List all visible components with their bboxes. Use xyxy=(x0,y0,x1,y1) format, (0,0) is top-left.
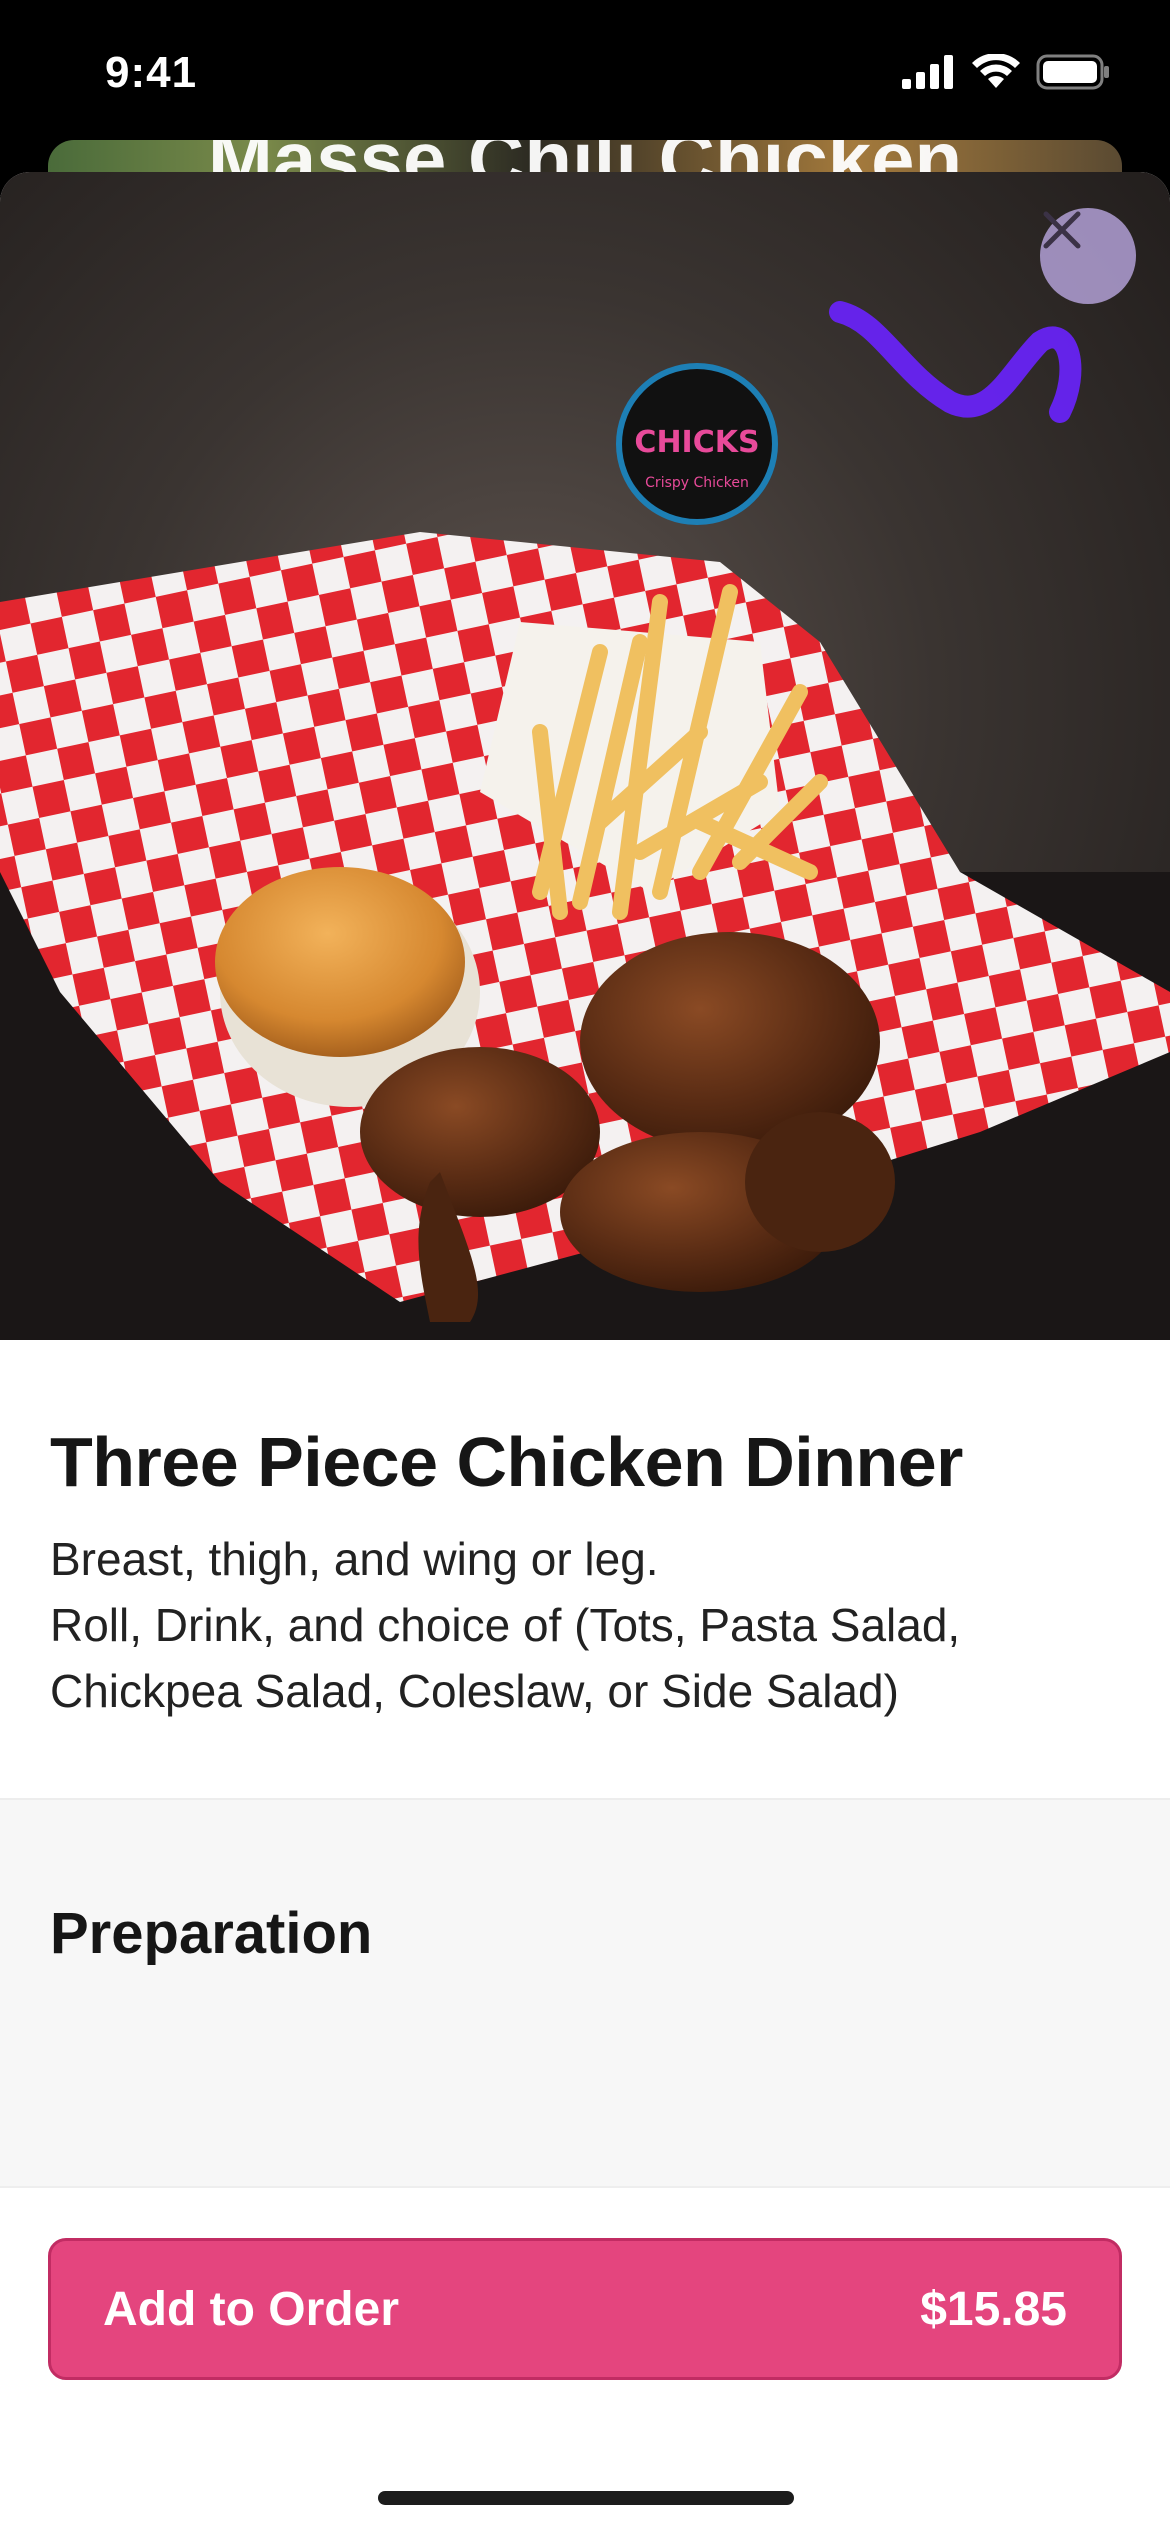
item-description: Breast, thigh, and wing or leg. Roll, Dr… xyxy=(50,1526,1120,1724)
close-button[interactable] xyxy=(1040,208,1136,304)
signal-icon xyxy=(902,55,953,89)
order-footer: Add to Order $15.85 xyxy=(0,2186,1170,2532)
add-to-order-label: Add to Order xyxy=(103,2282,399,2336)
description-line: Roll, Drink, and choice of (Tots, Pasta … xyxy=(50,1599,961,1651)
status-bar: 9:41 xyxy=(0,0,1170,150)
item-title: Three Piece Chicken Dinner xyxy=(50,1423,963,1501)
add-to-order-button[interactable]: Add to Order $15.85 xyxy=(48,2238,1122,2380)
close-icon xyxy=(1043,211,1081,249)
description-line: Breast, thigh, and wing or leg. xyxy=(50,1533,659,1585)
item-price: $15.85 xyxy=(920,2282,1067,2336)
sign-subtext: Crispy Chicken xyxy=(645,475,749,491)
battery-icon xyxy=(1036,54,1109,90)
status-time: 9:41 xyxy=(105,48,198,97)
home-indicator[interactable] xyxy=(378,2491,794,2505)
status-icons xyxy=(902,54,1110,90)
preparation-title: Preparation xyxy=(50,1901,373,1966)
item-hero-image: CHICKS Crispy Chicken xyxy=(0,172,1170,1340)
food-photo: CHICKS Crispy Chicken xyxy=(0,301,1170,1340)
description-line: Chickpea Salad, Coleslaw, or Side Salad) xyxy=(50,1665,899,1717)
sign-text: CHICKS xyxy=(634,425,759,460)
wifi-icon xyxy=(972,54,1020,88)
